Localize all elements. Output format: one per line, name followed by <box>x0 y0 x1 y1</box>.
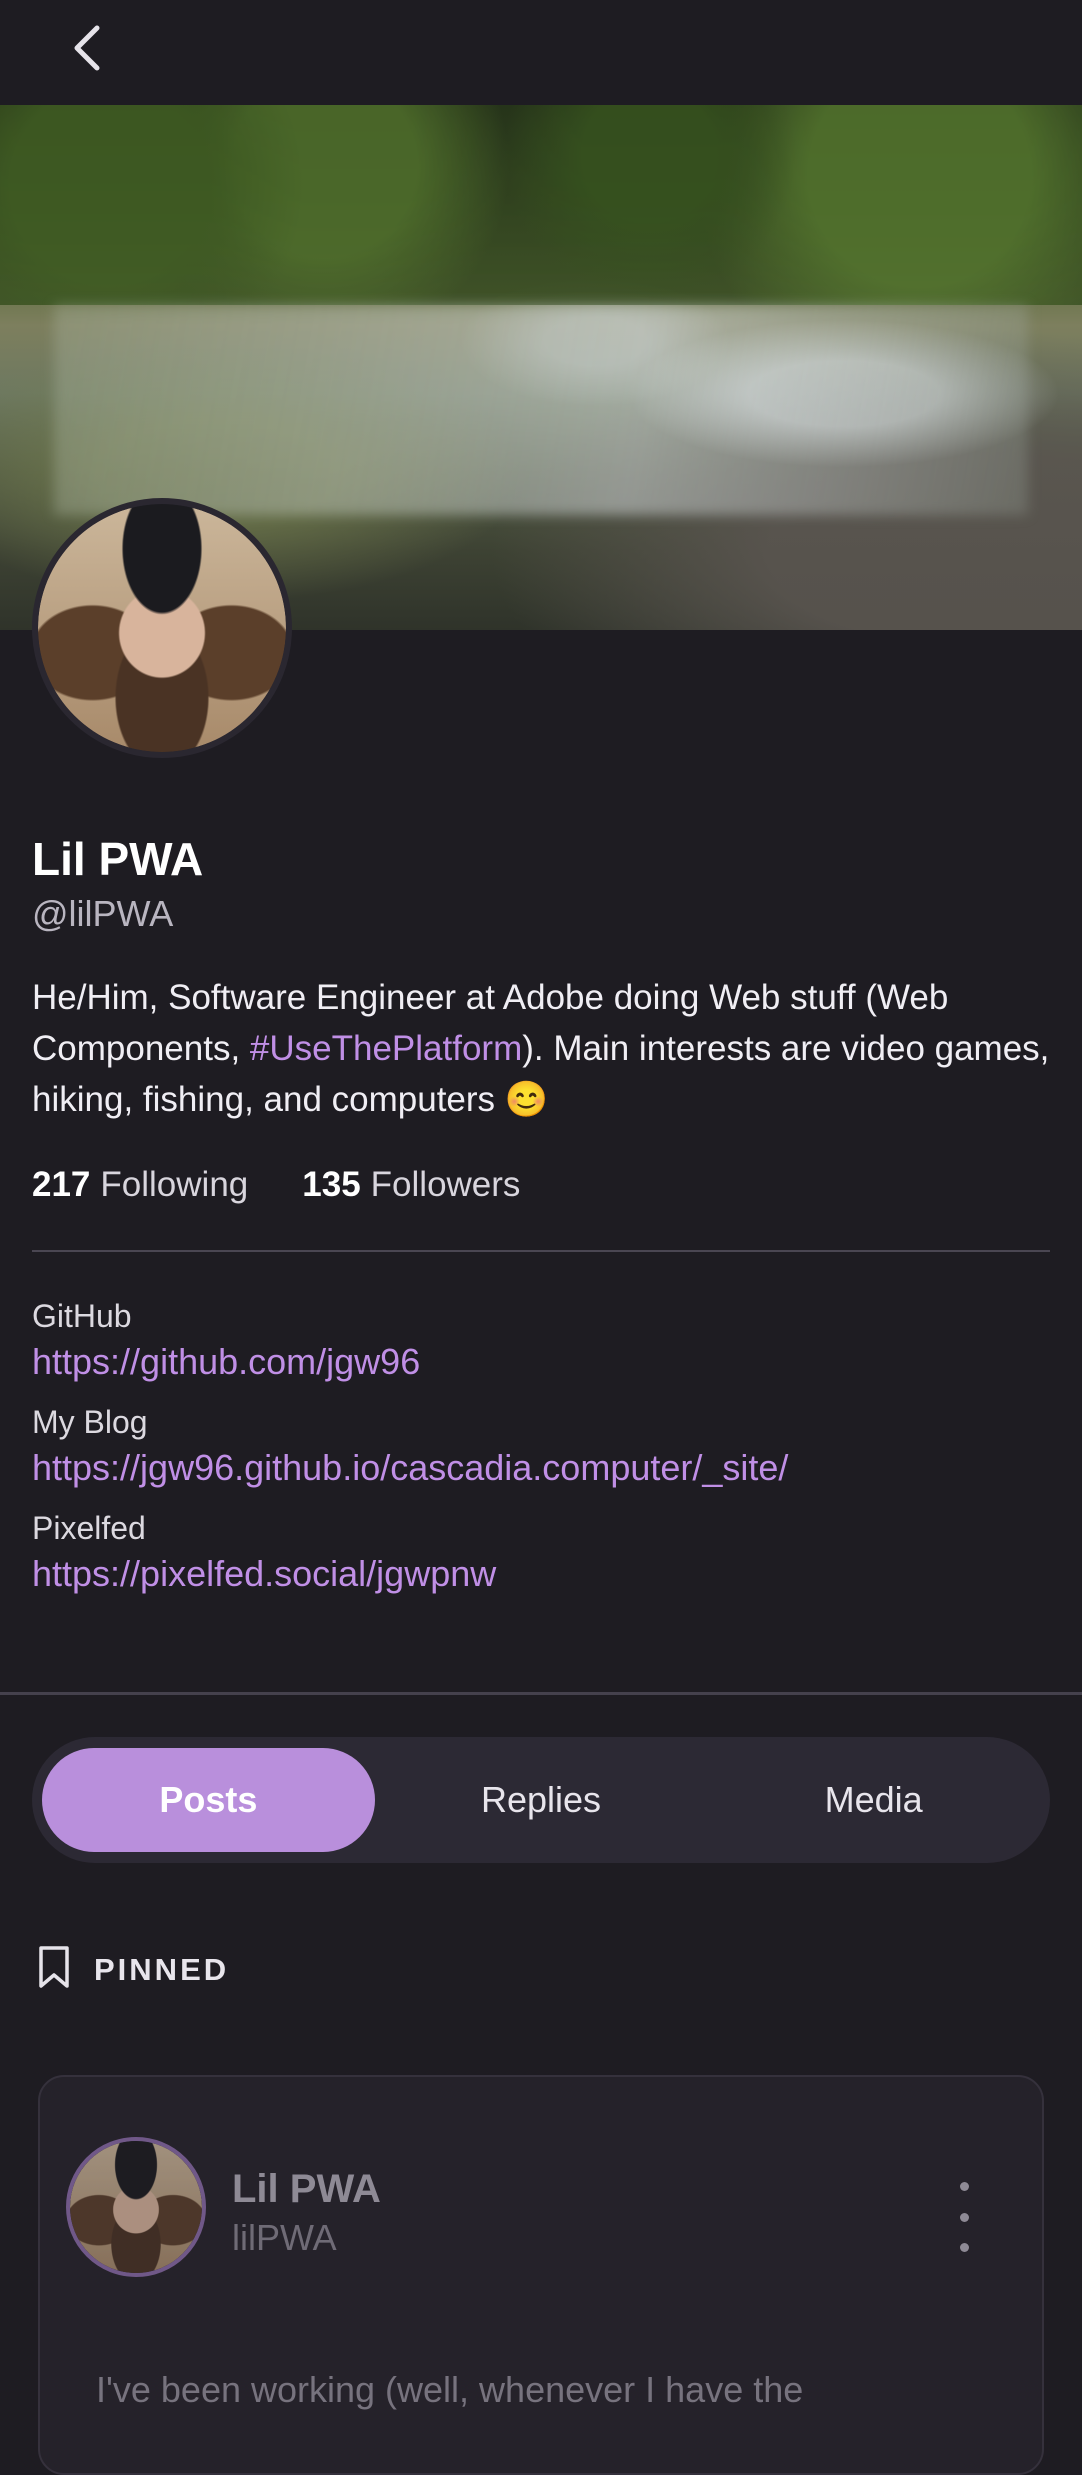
following-count: 217 <box>32 1165 91 1204</box>
link-url[interactable]: https://jgw96.github.io/cascadia.compute… <box>32 1443 788 1493</box>
section-divider <box>0 1692 1082 1695</box>
tab-replies[interactable]: Replies <box>375 1748 708 1852</box>
profile-handle: @lilPWA <box>32 893 174 934</box>
following-stat[interactable]: 217 Following <box>32 1165 248 1205</box>
link-label: Pixelfed <box>32 1510 146 1546</box>
post-author-name[interactable]: Lil PWA <box>232 2167 381 2212</box>
profile-avatar[interactable] <box>32 498 292 758</box>
bio-hashtag-link[interactable]: #UseThePlatform <box>250 1029 522 1068</box>
top-bar <box>0 0 1082 105</box>
post-author-avatar[interactable] <box>66 2137 206 2277</box>
avatar-image <box>70 2141 202 2273</box>
link-label: GitHub <box>32 1298 132 1334</box>
chevron-left-icon <box>69 23 103 78</box>
profile-links: GitHub https://github.com/jgw96 My Blog … <box>32 1295 788 1613</box>
back-button[interactable] <box>56 20 116 80</box>
banner-water <box>54 304 1028 515</box>
more-vertical-icon <box>959 2243 969 2252</box>
profile-link-blog: My Blog https://jgw96.github.io/cascadia… <box>32 1401 788 1493</box>
followers-count: 135 <box>302 1165 361 1204</box>
profile-bio: He/Him, Software Engineer at Adobe doing… <box>32 972 1052 1125</box>
more-vertical-icon <box>959 2212 969 2222</box>
post-more-button[interactable] <box>944 2182 984 2252</box>
tab-posts[interactable]: Posts <box>42 1748 375 1852</box>
link-url[interactable]: https://pixelfed.social/jgwpnw <box>32 1549 788 1599</box>
avatar-image <box>38 504 286 752</box>
tab-media[interactable]: Media <box>707 1748 1040 1852</box>
more-vertical-icon <box>959 2182 969 2191</box>
post-text: I've been working (well, whenever I have… <box>96 2369 804 2410</box>
profile-tabs: Posts Replies Media <box>32 1737 1050 1863</box>
divider <box>32 1250 1050 1252</box>
following-label: Following <box>100 1165 249 1204</box>
link-label: My Blog <box>32 1404 148 1440</box>
bookmark-icon <box>36 1945 72 1994</box>
pinned-post-card[interactable]: Lil PWA lilPWA I've been working (well, … <box>38 2075 1044 2475</box>
link-url[interactable]: https://github.com/jgw96 <box>32 1337 788 1387</box>
profile-display-name: Lil PWA <box>32 833 204 885</box>
followers-stat[interactable]: 135 Followers <box>302 1165 520 1205</box>
profile-link-github: GitHub https://github.com/jgw96 <box>32 1295 788 1387</box>
profile-stats: 217 Following 135 Followers <box>32 1165 520 1205</box>
banner-foliage <box>0 105 1082 305</box>
post-author-handle: lilPWA <box>232 2217 337 2258</box>
profile-link-pixelfed: Pixelfed https://pixelfed.social/jgwpnw <box>32 1507 788 1599</box>
pinned-header: PINNED <box>36 1945 229 1994</box>
pinned-label: PINNED <box>94 1951 230 1987</box>
followers-label: Followers <box>370 1165 521 1204</box>
